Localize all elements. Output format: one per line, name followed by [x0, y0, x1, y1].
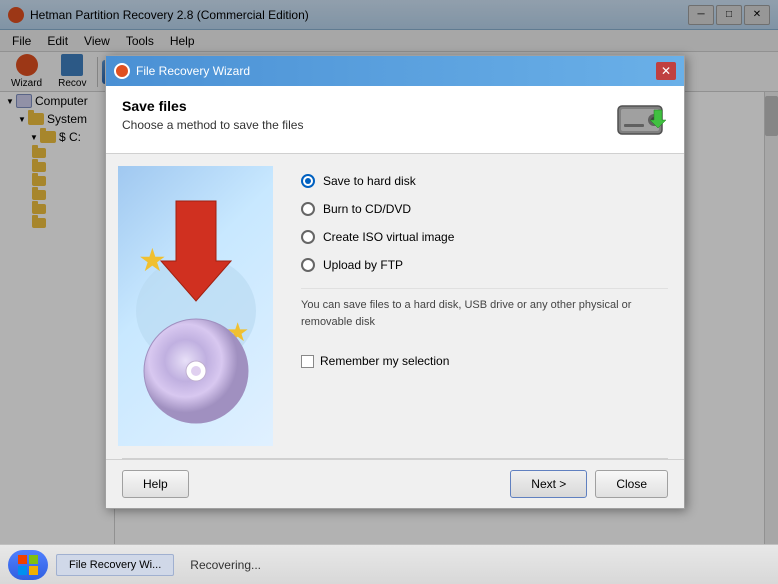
- dialog-title-bar: File Recovery Wizard ✕: [106, 56, 684, 86]
- svg-text:★: ★: [138, 242, 167, 278]
- taskbar: File Recovery Wi... Recovering...: [0, 544, 778, 584]
- radio-label-hard-disk: Save to hard disk: [323, 174, 416, 188]
- dialog-footer: Help Next > Close: [106, 459, 684, 508]
- radio-circle-iso: [301, 230, 315, 244]
- taskbar-item-label: File Recovery Wi...: [69, 559, 161, 571]
- dialog-close-button[interactable]: ✕: [656, 62, 676, 80]
- main-window: Hetman Partition Recovery 2.8 (Commercia…: [0, 0, 778, 584]
- radio-label-cd-dvd: Burn to CD/DVD: [323, 202, 411, 216]
- radio-option-iso[interactable]: Create ISO virtual image: [301, 230, 668, 244]
- dialog-body: ★ ★ ★: [106, 154, 684, 458]
- radio-option-cd-dvd[interactable]: Burn to CD/DVD: [301, 202, 668, 216]
- radio-circle-hard-disk: [301, 174, 315, 188]
- next-button[interactable]: Next >: [510, 470, 587, 498]
- dialog-header-subtitle: Choose a method to save the files: [122, 118, 668, 132]
- radio-option-ftp[interactable]: Upload by FTP: [301, 258, 668, 272]
- dialog-action-buttons: Next > Close: [510, 470, 668, 498]
- radio-label-ftp: Upload by FTP: [323, 258, 403, 272]
- remember-row[interactable]: Remember my selection: [301, 354, 668, 368]
- close-button[interactable]: Close: [595, 470, 668, 498]
- dialog-image: ★ ★ ★: [118, 166, 273, 446]
- info-text: You can save files to a hard disk, USB d…: [301, 288, 668, 338]
- radio-circle-cd-dvd: [301, 202, 315, 216]
- hdd-icon: [616, 98, 668, 141]
- taskbar-recovery-item[interactable]: File Recovery Wi...: [56, 554, 174, 576]
- remember-label: Remember my selection: [320, 354, 449, 368]
- dialog-header-title: Save files: [122, 98, 668, 114]
- radio-label-iso: Create ISO virtual image: [323, 230, 454, 244]
- dialog-title-text: File Recovery Wizard: [136, 64, 656, 78]
- start-button[interactable]: [8, 550, 48, 580]
- radio-circle-ftp: [301, 258, 315, 272]
- dialog-overlay: File Recovery Wizard ✕: [0, 0, 778, 584]
- status-text: Recovering...: [190, 558, 261, 572]
- radio-dot: [305, 178, 311, 184]
- radio-option-hard-disk[interactable]: Save to hard disk: [301, 174, 668, 188]
- radio-group: Save to hard disk Burn to CD/DVD Create …: [301, 174, 668, 272]
- dialog-options: Save to hard disk Burn to CD/DVD Create …: [285, 154, 684, 458]
- remember-checkbox[interactable]: [301, 355, 314, 368]
- dialog-header: Save files Choose a method to save the f…: [106, 86, 684, 154]
- taskbar-status: Recovering...: [174, 558, 770, 572]
- file-recovery-dialog: File Recovery Wizard ✕: [105, 55, 685, 509]
- help-button[interactable]: Help: [122, 470, 189, 498]
- dialog-title-icon: [114, 63, 130, 79]
